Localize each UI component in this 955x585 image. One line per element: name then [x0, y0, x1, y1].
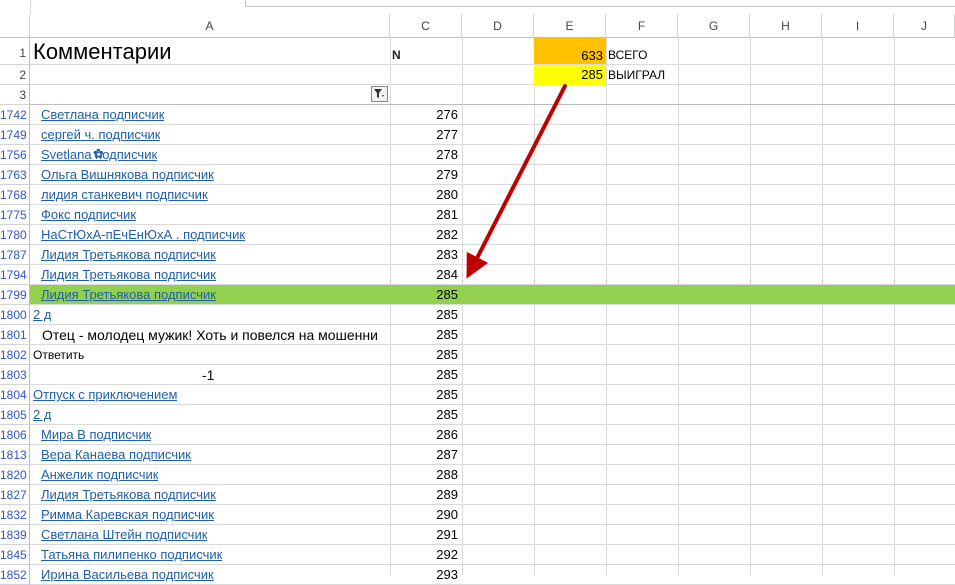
spreadsheet: A C D E F G H I J 1 2 3 Комментарии N 63…: [0, 0, 955, 585]
annotation-arrow-icon: [466, 84, 567, 279]
